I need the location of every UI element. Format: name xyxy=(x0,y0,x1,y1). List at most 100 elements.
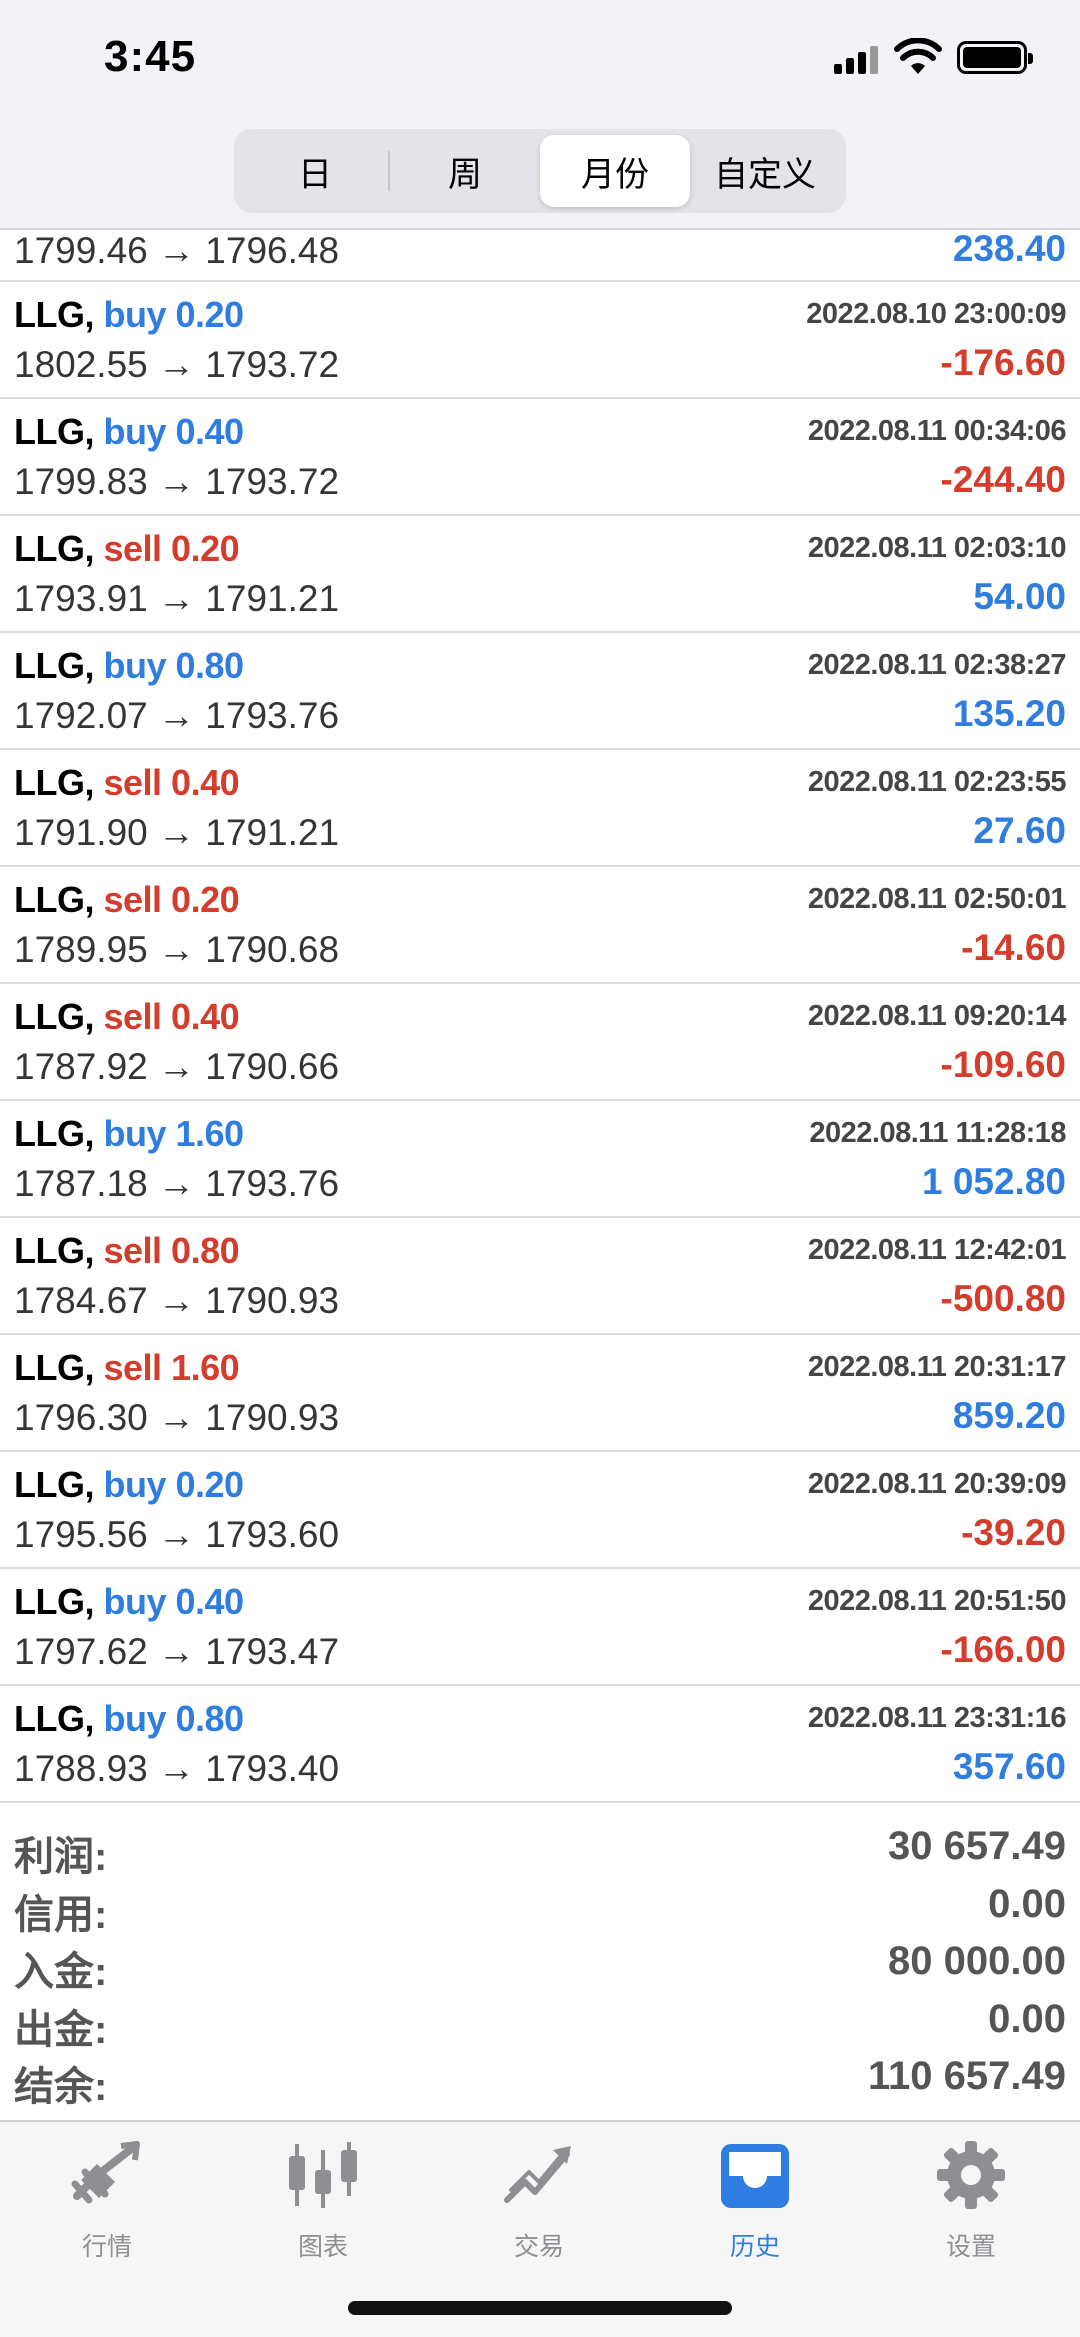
deal-prices: 1791.90 → 1791.21 xyxy=(14,812,340,853)
deal-prices: 1795.56 → 1793.60 xyxy=(14,1514,340,1555)
period-filter-bar: 日 周 月份 自定义 xyxy=(0,125,1080,230)
deal-datetime: 2022.08.10 23:00:09 xyxy=(806,298,1066,330)
deal-volume: sell 0.40 xyxy=(103,762,240,803)
segment-day[interactable]: 日 xyxy=(240,135,390,207)
deal-row[interactable]: LLG, sell 0.20 2022.08.11 02:50:01 1789.95… xyxy=(0,867,1080,984)
deal-symbol: LLG, xyxy=(14,528,94,569)
tab-history[interactable]: 历史 xyxy=(680,2140,830,2263)
deal-title: LLG, sell 0.40 xyxy=(14,996,240,1038)
segment-custom[interactable]: 自定义 xyxy=(690,135,840,207)
tab-label: 图表 xyxy=(297,2233,348,2261)
chart-icon xyxy=(289,2142,357,2208)
segment-month[interactable]: 月份 xyxy=(540,135,690,207)
deal-volume: buy 0.40 xyxy=(103,1581,245,1622)
deal-title: LLG, buy 0.80 xyxy=(14,1698,244,1740)
deals-list[interactable]: 1799.46 → 1796.48 238.40 LLG, buy 0.20 20… xyxy=(0,228,1080,1803)
summary-value: 80 000.00 xyxy=(888,1939,1066,1984)
deal-row[interactable]: LLG, sell 1.60 2022.08.11 20:31:17 1796.30… xyxy=(0,1335,1080,1452)
deal-volume: buy 1.60 xyxy=(103,1113,245,1154)
deal-row[interactable]: LLG, sell 0.40 2022.08.11 09:20:14 1787.92… xyxy=(0,984,1080,1101)
segment-week[interactable]: 周 xyxy=(390,135,540,207)
deal-volume: sell 0.20 xyxy=(103,879,240,920)
deal-profit: -244.40 xyxy=(940,459,1067,500)
deal-datetime: 2022.08.11 00:34:06 xyxy=(807,415,1067,447)
deal-profit: 27.60 xyxy=(973,810,1066,851)
deal-profit: 1 052.80 xyxy=(921,1161,1066,1202)
deal-volume: buy 0.40 xyxy=(103,411,245,452)
deal-prices: 1787.18 → 1793.76 xyxy=(14,1163,340,1204)
deal-row[interactable]: LLG, buy 0.20 2022.08.11 20:39:09 1795.56 … xyxy=(0,1452,1080,1569)
deal-symbol: LLG, xyxy=(14,879,94,920)
deal-prices: 1789.95 → 1790.68 xyxy=(14,929,340,970)
summary-label: 利润: xyxy=(14,1835,108,1879)
deal-title: LLG, sell 0.20 xyxy=(14,528,240,570)
summary-value: 0.00 xyxy=(988,1996,1066,2041)
deal-profit: -109.60 xyxy=(940,1044,1067,1085)
deal-symbol: LLG, xyxy=(14,762,94,803)
deal-row[interactable]: LLG, buy 0.80 2022.08.11 02:38:27 1792.07 … xyxy=(0,633,1080,750)
tab-quotes[interactable]: 行情 xyxy=(32,2140,182,2263)
status-time: 3:45 xyxy=(104,32,197,81)
deal-row[interactable]: 1799.46 → 1796.48 238.40 xyxy=(0,228,1080,282)
deal-datetime: 2022.08.11 20:31:17 xyxy=(807,1351,1067,1383)
summary-profit: 利润: 30 657.49 xyxy=(0,1818,1080,1879)
deal-profit: 357.60 xyxy=(952,1746,1066,1787)
deal-row[interactable]: LLG, buy 0.20 2022.08.10 23:00:09 1802.55 … xyxy=(0,282,1080,399)
tab-trade[interactable]: 交易 xyxy=(464,2140,614,2263)
deal-prices: 1799.83 → 1793.72 xyxy=(14,461,340,502)
deal-profit: -14.60 xyxy=(961,927,1066,968)
summary-value: 30 657.49 xyxy=(888,1824,1066,1868)
deal-prices: 1788.93 → 1793.40 xyxy=(14,1748,340,1789)
deal-symbol: LLG, xyxy=(14,1230,94,1271)
tab-label: 历史 xyxy=(729,2233,780,2261)
period-segmented-control: 日 周 月份 自定义 xyxy=(234,129,846,213)
deal-row[interactable]: LLG, buy 1.60 2022.08.11 11:28:18 1787.18 … xyxy=(0,1101,1080,1218)
quotes-icon xyxy=(71,2141,140,2204)
deal-prices: 1796.30 → 1790.93 xyxy=(14,1397,340,1438)
deal-title: LLG, buy 0.20 xyxy=(14,294,244,336)
deal-volume: buy 0.20 xyxy=(103,294,245,335)
summary-label: 出金: xyxy=(14,2007,108,2052)
deal-prices: 1802.55 → 1793.72 xyxy=(14,344,340,385)
deal-title: LLG, sell 0.80 xyxy=(14,1230,240,1272)
battery-icon xyxy=(957,41,1033,74)
deal-profit: 238.40 xyxy=(952,228,1066,269)
deal-row[interactable]: LLG, buy 0.40 2022.08.11 00:34:06 1799.83 … xyxy=(0,399,1080,516)
deal-profit: 135.20 xyxy=(952,693,1066,734)
deal-symbol: LLG, xyxy=(14,1581,94,1622)
deal-symbol: LLG, xyxy=(14,1698,94,1739)
deal-row[interactable]: LLG, sell 0.80 2022.08.11 12:42:01 1784.67… xyxy=(0,1218,1080,1335)
tab-chart[interactable]: 图表 xyxy=(248,2140,398,2263)
deal-prices: 1793.91 → 1791.21 xyxy=(14,578,340,619)
deal-symbol: LLG, xyxy=(14,645,94,686)
deal-datetime: 2022.08.11 02:03:10 xyxy=(807,532,1067,564)
deal-volume: buy 0.80 xyxy=(103,1698,245,1739)
deal-datetime: 2022.08.11 23:31:16 xyxy=(807,1702,1067,1734)
deal-prices: 1797.62 → 1793.47 xyxy=(14,1631,340,1672)
deal-volume: sell 0.80 xyxy=(103,1230,240,1271)
deal-datetime: 2022.08.11 02:50:01 xyxy=(807,883,1067,915)
deal-profit: -166.00 xyxy=(940,1629,1067,1670)
deal-title: LLG, buy 0.80 xyxy=(14,645,244,687)
deal-row[interactable]: LLG, buy 0.40 2022.08.11 20:51:50 1797.62 … xyxy=(0,1569,1080,1686)
deal-symbol: LLG, xyxy=(14,294,94,335)
deal-volume: sell 0.40 xyxy=(103,996,240,1037)
deal-row[interactable]: LLG, sell 0.20 2022.08.11 02:03:10 1793.91… xyxy=(0,516,1080,633)
deal-row[interactable]: LLG, sell 0.40 2022.08.11 02:23:55 1791.90… xyxy=(0,750,1080,867)
deal-profit: -39.20 xyxy=(961,1512,1066,1553)
tab-settings[interactable]: 设置 xyxy=(896,2140,1046,2263)
deal-title: LLG, buy 0.40 xyxy=(14,1581,244,1623)
deal-volume: sell 1.60 xyxy=(103,1347,240,1388)
deal-datetime: 2022.08.11 11:28:18 xyxy=(809,1117,1066,1149)
deal-title: LLG, buy 0.40 xyxy=(14,411,244,453)
deal-symbol: LLG, xyxy=(14,1464,94,1505)
deal-datetime: 2022.08.11 09:20:14 xyxy=(807,1000,1067,1032)
deal-symbol: LLG, xyxy=(14,1113,94,1154)
deal-title: LLG, sell 0.40 xyxy=(14,762,240,804)
deal-row[interactable]: LLG, buy 0.80 2022.08.11 23:31:16 1788.93 … xyxy=(0,1686,1080,1803)
deal-prices: 1799.46 → 1796.48 xyxy=(14,230,340,271)
history-icon xyxy=(721,2144,789,2208)
settings-icon xyxy=(937,2141,1005,2209)
deal-profit: -176.60 xyxy=(940,342,1067,383)
tab-label: 交易 xyxy=(513,2233,564,2261)
